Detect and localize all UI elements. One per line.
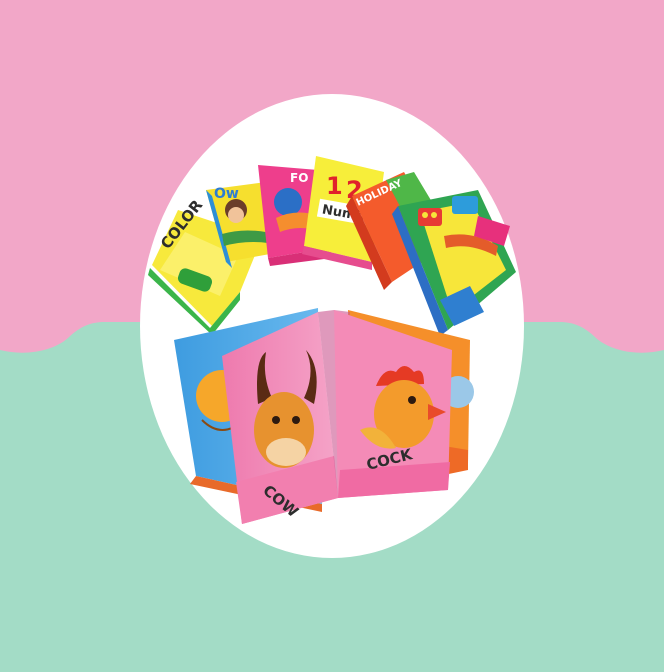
product-image: COLOR Ow FO 1 2 Number (0, 0, 664, 672)
product-illustration: COLOR Ow FO 1 2 Number (0, 0, 664, 672)
book-label-numeral-1: 1 (326, 172, 343, 200)
book-label-fo: FO (290, 171, 308, 185)
book-label-ow: Ow (214, 186, 239, 202)
